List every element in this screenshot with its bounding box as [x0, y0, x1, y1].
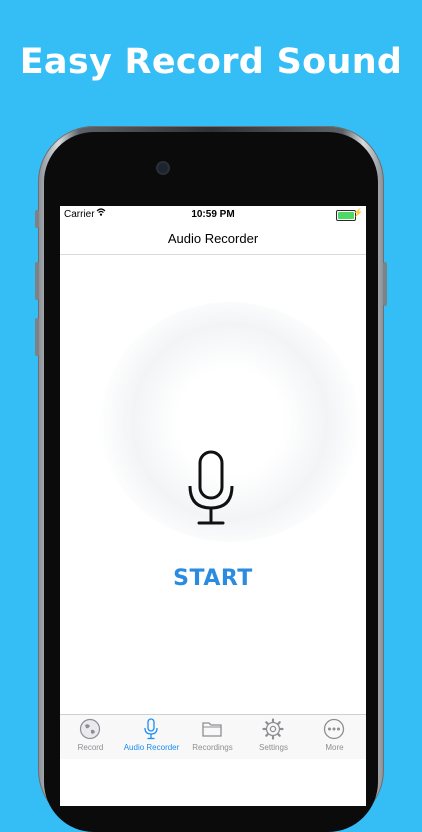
tab-label: Audio Recorder [123, 743, 180, 752]
tab-record[interactable]: Record [60, 715, 121, 759]
phone-side-button [35, 210, 39, 228]
gear-icon [262, 718, 284, 740]
tab-label: Record [77, 743, 104, 752]
tab-label: Recordings [192, 743, 233, 752]
camera-icon [158, 163, 168, 173]
navigation-bar: Audio Recorder [60, 222, 366, 255]
status-bar: Carrier 10:59 PM ⚡ [60, 206, 366, 222]
phone-volume-down-button [35, 318, 39, 356]
status-time: 10:59 PM [191, 209, 235, 220]
start-button[interactable]: START [60, 566, 366, 591]
globe-icon [79, 718, 101, 740]
tab-more[interactable]: More [304, 715, 365, 759]
microphone-icon[interactable] [186, 450, 236, 526]
headline: Easy Record Sound [19, 42, 403, 82]
tab-label: More [325, 743, 344, 752]
tab-audio-recorder[interactable]: Audio Recorder [121, 715, 182, 759]
tab-settings[interactable]: Settings [243, 715, 304, 759]
charging-bolt-icon: ⚡ [353, 208, 363, 217]
tab-label: Settings [259, 743, 288, 752]
tab-bar: Record Audio Recorder Recordings Setting… [60, 714, 366, 759]
more-icon [323, 718, 345, 740]
folder-icon [202, 722, 222, 737]
phone-power-button [383, 262, 387, 306]
phone-volume-up-button [35, 262, 39, 300]
app-screen: Carrier 10:59 PM ⚡ Audio Recorder START … [60, 206, 366, 806]
page-title: Audio Recorder [167, 231, 259, 246]
microphone-icon [144, 718, 158, 740]
tab-recordings[interactable]: Recordings [182, 715, 243, 759]
